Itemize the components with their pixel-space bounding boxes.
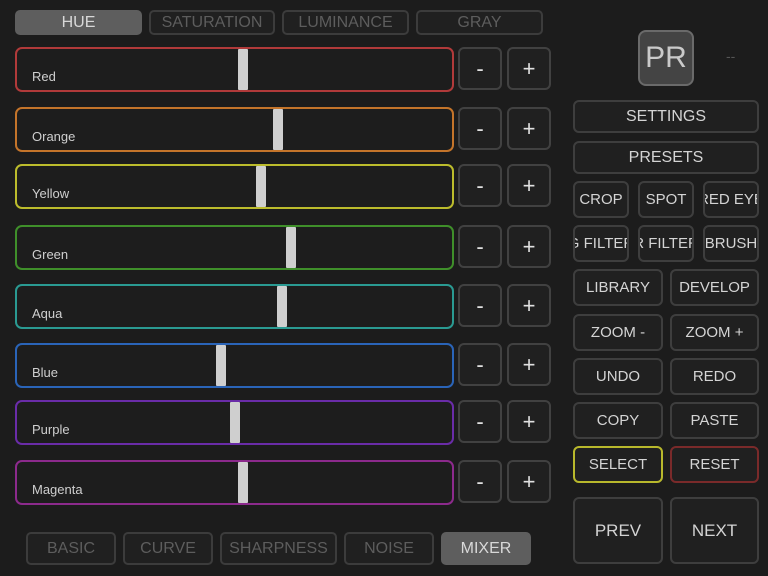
app-logo[interactable]: PR (638, 30, 694, 86)
green-plus-button[interactable]: + (507, 225, 551, 268)
red-plus-button[interactable]: + (507, 47, 551, 90)
slider-handle[interactable] (216, 345, 227, 386)
settings-button[interactable]: SETTINGS (573, 100, 759, 133)
tab-noise[interactable]: NOISE (344, 532, 434, 565)
tab-luminance[interactable]: LUMINANCE (282, 10, 409, 35)
slider-label: Purple (32, 422, 70, 437)
red-minus-button[interactable]: - (458, 47, 502, 90)
aqua-plus-button[interactable]: + (507, 284, 551, 327)
slider-purple[interactable]: Purple (15, 400, 454, 445)
slider-handle[interactable] (255, 166, 266, 207)
crop-button[interactable]: CROP (573, 181, 629, 218)
orange-plus-button[interactable]: + (507, 107, 551, 150)
zoom-in-button[interactable]: ZOOM + (670, 314, 759, 351)
slider-orange[interactable]: Orange (15, 107, 454, 152)
blue-minus-button[interactable]: - (458, 343, 502, 386)
tab-sharpness[interactable]: SHARPNESS (220, 532, 337, 565)
slider-label: Red (32, 69, 56, 84)
brush-button[interactable]: BRUSH (703, 225, 759, 262)
aqua-minus-button[interactable]: - (458, 284, 502, 327)
library-button[interactable]: LIBRARY (573, 269, 663, 306)
select-button[interactable]: SELECT (573, 446, 663, 483)
slider-red[interactable]: Red (15, 47, 454, 92)
blue-plus-button[interactable]: + (507, 343, 551, 386)
slider-handle[interactable] (229, 402, 240, 443)
reset-button[interactable]: RESET (670, 446, 759, 483)
prev-button[interactable]: PREV (573, 497, 663, 564)
orange-minus-button[interactable]: - (458, 107, 502, 150)
next-button[interactable]: NEXT (670, 497, 759, 564)
slider-magenta[interactable]: Magenta (15, 460, 454, 505)
presets-button[interactable]: PRESETS (573, 141, 759, 174)
r-filter-button[interactable]: R FILTER (638, 225, 694, 262)
tab-saturation[interactable]: SATURATION (149, 10, 275, 35)
slider-handle[interactable] (286, 227, 297, 268)
slider-label: Green (32, 247, 69, 262)
tab-mixer[interactable]: MIXER (441, 532, 531, 565)
zoom-out-button[interactable]: ZOOM - (573, 314, 663, 351)
magenta-plus-button[interactable]: + (507, 460, 551, 503)
tab-basic[interactable]: BASIC (26, 532, 116, 565)
copy-button[interactable]: COPY (573, 402, 663, 439)
yellow-minus-button[interactable]: - (458, 164, 502, 207)
slider-yellow[interactable]: Yellow (15, 164, 454, 209)
spot-button[interactable]: SPOT (638, 181, 694, 218)
slider-label: Blue (32, 365, 59, 380)
redo-button[interactable]: REDO (670, 358, 759, 395)
slider-green[interactable]: Green (15, 225, 454, 270)
tab-gray[interactable]: GRAY (416, 10, 543, 35)
slider-label: Magenta (32, 482, 83, 497)
red-eye-button[interactable]: RED EYE (703, 181, 759, 218)
slider-label: Yellow (32, 186, 70, 201)
tab-hue[interactable]: HUE (15, 10, 142, 35)
purple-minus-button[interactable]: - (458, 400, 502, 443)
green-minus-button[interactable]: - (458, 225, 502, 268)
undo-button[interactable]: UNDO (573, 358, 663, 395)
slider-blue[interactable]: Blue (15, 343, 454, 388)
magenta-minus-button[interactable]: - (458, 460, 502, 503)
slider-label: Aqua (32, 306, 63, 321)
g-filter-button[interactable]: G FILTER (573, 225, 629, 262)
develop-button[interactable]: DEVELOP (670, 269, 759, 306)
status-text: -- (726, 48, 736, 64)
slider-handle[interactable] (238, 49, 249, 90)
yellow-plus-button[interactable]: + (507, 164, 551, 207)
slider-aqua[interactable]: Aqua (15, 284, 454, 329)
slider-handle[interactable] (277, 286, 288, 327)
paste-button[interactable]: PASTE (670, 402, 759, 439)
slider-label: Orange (32, 129, 76, 144)
purple-plus-button[interactable]: + (507, 400, 551, 443)
slider-handle[interactable] (273, 109, 283, 150)
tab-curve[interactable]: CURVE (123, 532, 213, 565)
slider-handle[interactable] (238, 462, 249, 503)
